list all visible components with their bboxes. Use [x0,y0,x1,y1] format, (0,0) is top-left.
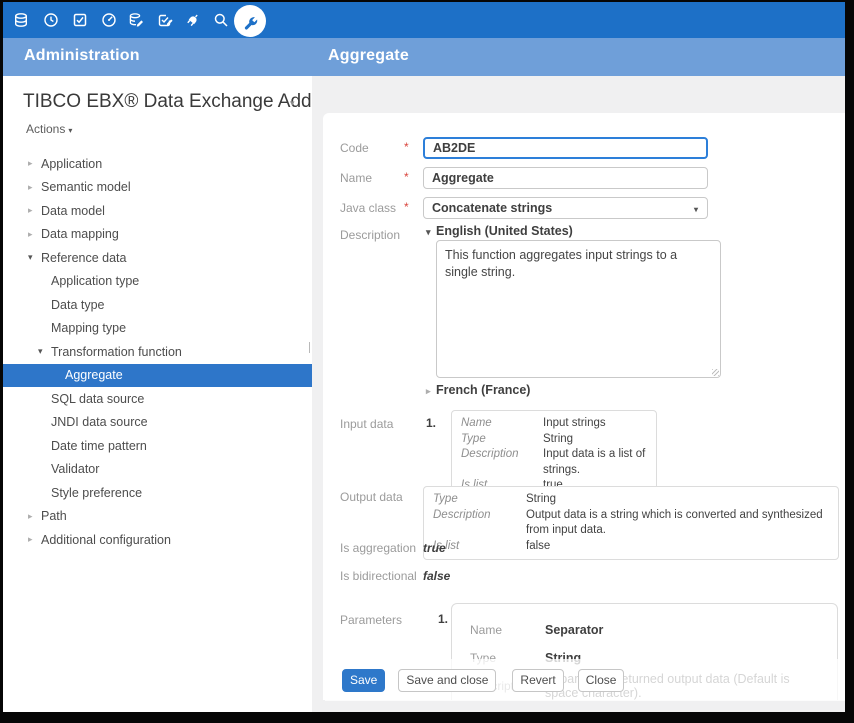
locale-english-toggle[interactable]: English (United States) [426,224,573,238]
chevron-right-icon [28,206,41,215]
plug-icon[interactable] [185,12,201,28]
java-class-label: Java class [340,201,396,215]
tree-item-date-time-pattern[interactable]: Date time pattern [3,434,312,458]
tree-item-jndi-data-source[interactable]: JNDI data source [3,411,312,435]
clock-icon[interactable] [43,12,59,28]
tree-item-data-mapping[interactable]: Data mapping [3,223,312,247]
tree-item-application-type[interactable]: Application type [3,270,312,294]
chevron-right-icon [28,535,41,544]
tree-item-path[interactable]: Path [3,505,312,529]
tree-item-validator[interactable]: Validator [3,458,312,482]
tree-item-transformation-function[interactable]: Transformation function [3,340,312,364]
tree-item-style-preference[interactable]: Style preference [3,481,312,505]
close-button[interactable]: Close [578,669,625,692]
wrench-icon[interactable] [234,5,266,37]
tree-item-sql-data-source[interactable]: SQL data source [3,387,312,411]
item-index: 1. [438,612,448,626]
main-pane: Code * Name * Java class * Concatenate s… [312,76,845,712]
is-bidirectional-value: false [423,569,450,583]
tree-item-mapping-type[interactable]: Mapping type [3,317,312,341]
output-data-label: Output data [340,490,403,504]
chevron-down-icon [38,347,51,356]
revert-button[interactable]: Revert [512,669,563,692]
description-english-textarea[interactable]: This function aggregates input strings t… [436,240,721,378]
panel-title-aggregate: Aggregate [328,47,409,65]
form-edit-icon[interactable] [157,12,173,28]
actions-menu[interactable]: Actions▾ [26,122,72,136]
sidebar: TIBCO EBX® Data Exchange Add-on ▾ Action… [3,76,312,712]
chevron-right-icon [426,386,436,397]
search-icon[interactable] [213,12,229,28]
chevron-down-icon[interactable]: ▾ [290,98,295,109]
java-class-select[interactable]: Concatenate strings ▾ [423,197,708,219]
checkbox-icon[interactable] [72,12,88,28]
panel-title-administration: Administration [24,47,140,65]
database-icon[interactable] [13,12,29,28]
chevron-right-icon [28,512,41,521]
record-form: Code * Name * Java class * Concatenate s… [323,113,845,700]
tree-item-reference-data[interactable]: Reference data [3,246,312,270]
save-button[interactable]: Save [342,669,385,692]
output-data-box: TypeString DescriptionOutput data is a s… [423,486,839,560]
tree-item-aggregate[interactable]: Aggregate [3,364,312,388]
input-data-label: Input data [340,417,393,431]
code-input[interactable] [423,137,708,159]
top-toolbar [3,2,845,38]
tree-item-semantic-model[interactable]: Semantic model [3,176,312,200]
chevron-right-icon [28,183,41,192]
chevron-down-icon [28,253,41,262]
tree-item-additional-configuration[interactable]: Additional configuration [3,528,312,552]
chevron-down-icon: ▾ [68,126,72,135]
tree-item-application[interactable]: Application [3,152,312,176]
chevron-down-icon: ▾ [694,205,698,214]
chevron-down-icon [426,227,436,238]
locale-french-toggle[interactable]: French (France) [426,383,530,397]
footer-toolbar: Save Save and close Revert Close [325,659,845,701]
name-label: Name [340,171,372,185]
chevron-right-icon [28,159,41,168]
save-and-close-button[interactable]: Save and close [398,669,496,692]
resize-handle[interactable] [712,369,719,376]
tree-item-data-model[interactable]: Data model [3,199,312,223]
database-edit-icon[interactable] [128,12,144,28]
is-aggregation-label: Is aggregation [340,541,416,555]
chevron-right-icon [28,230,41,239]
is-aggregation-value: true [423,541,446,555]
code-label: Code [340,141,369,155]
required-marker: * [404,140,409,154]
item-index: 1. [426,416,436,430]
navigation-tree: Application Semantic model Data model Da… [3,152,312,552]
app-window: Administration Aggregate TIBCO EBX® Data… [0,0,854,723]
description-label: Description [340,228,400,242]
dial-icon[interactable] [101,12,117,28]
is-bidirectional-label: Is bidirectional [340,569,417,583]
required-marker: * [404,200,409,214]
parameters-label: Parameters [340,613,402,627]
tree-item-data-type[interactable]: Data type [3,293,312,317]
header-band: Administration Aggregate [3,38,845,76]
name-input[interactable] [423,167,708,189]
required-marker: * [404,170,409,184]
